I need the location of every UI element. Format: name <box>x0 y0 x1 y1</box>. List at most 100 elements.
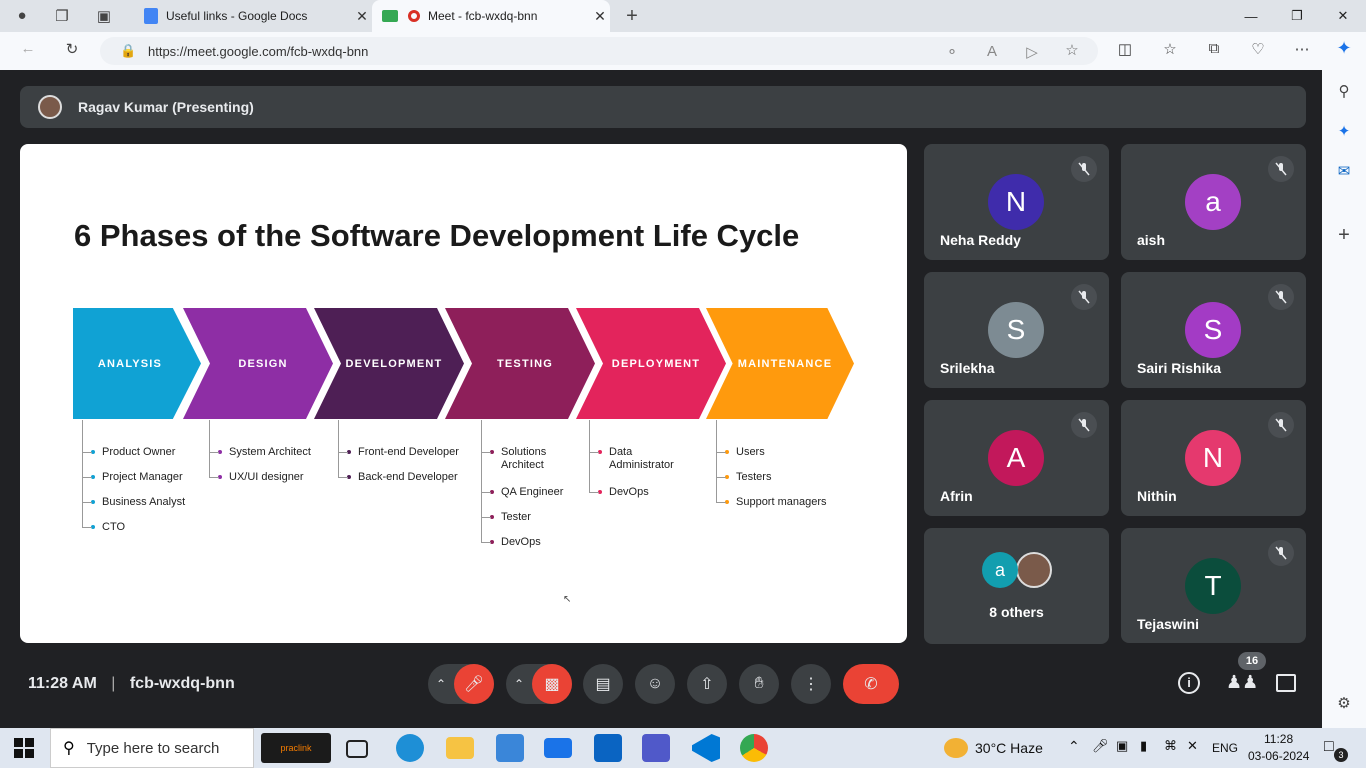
camera-button[interactable]: ⌃ ▩ <box>506 664 572 704</box>
mic-off-icon[interactable]: 🎤︎ <box>454 664 494 704</box>
connector-line <box>481 542 491 543</box>
outlook-icon[interactable] <box>594 734 622 762</box>
browser-essentials-icon[interactable]: ♡ <box>1246 40 1270 58</box>
microphone-tray-icon[interactable]: 🎤︎ <box>1092 738 1109 754</box>
weather-icon[interactable] <box>944 738 968 758</box>
favorites-icon[interactable]: ☆ <box>1158 40 1182 58</box>
add-sidebar-icon[interactable]: + <box>1332 224 1356 247</box>
present-button[interactable]: ⇧ <box>687 664 727 704</box>
favorite-star-icon[interactable]: ☆ <box>1060 41 1084 59</box>
close-tab-icon[interactable]: ✕ <box>590 8 610 25</box>
connector-line <box>481 517 491 518</box>
close-tab-icon[interactable]: ✕ <box>352 8 372 25</box>
microphone-icon[interactable]: ⚬ <box>940 43 964 61</box>
outlook-icon[interactable]: ✉ <box>1332 162 1356 180</box>
tab-meet[interactable]: Meet - fcb-wxdq-bnn ✕ <box>372 0 610 32</box>
participant-tile[interactable]: T Tejaswini <box>1121 528 1306 643</box>
connector-line <box>481 452 491 453</box>
show-hidden-icons[interactable]: ⌃ <box>1068 738 1080 755</box>
mail-icon[interactable] <box>544 738 572 758</box>
windows-start-icon[interactable] <box>14 738 34 758</box>
more-menu-icon[interactable]: ⋯ <box>1290 40 1314 58</box>
settings-icon[interactable]: ⚙ <box>1332 694 1356 712</box>
edge-icon[interactable] <box>396 734 424 762</box>
read-aloud-icon[interactable]: A <box>980 43 1004 60</box>
chrome-icon[interactable] <box>740 734 768 762</box>
participant-count-badge: 16 <box>1238 652 1266 670</box>
microsoft-store-icon[interactable] <box>496 734 524 762</box>
chat-icon[interactable] <box>1276 674 1296 692</box>
profile-icon[interactable]: ● <box>10 7 34 24</box>
reactions-button[interactable]: ☺ <box>635 664 675 704</box>
lock-icon[interactable]: 🔒 <box>120 43 136 59</box>
praclink-app[interactable]: praclink <box>261 733 331 763</box>
participant-tile[interactable]: A Afrin <box>924 400 1109 516</box>
phase-role-item: Tester <box>501 511 531 523</box>
back-icon[interactable]: ← <box>16 40 40 57</box>
split-screen-icon[interactable]: ◫ <box>1113 40 1137 58</box>
more-vert-icon: ⋮ <box>803 676 819 693</box>
captions-button[interactable]: ▤ <box>583 664 623 704</box>
close-window-icon[interactable]: ✕ <box>1320 0 1366 32</box>
participant-tile[interactable]: S Sairi Rishika <box>1121 272 1306 388</box>
participant-tile[interactable]: a aish <box>1121 144 1306 260</box>
teams-icon[interactable] <box>642 734 670 762</box>
phase-role-item: Project Manager <box>102 471 183 483</box>
copilot-icon[interactable]: ✦ <box>1332 38 1356 59</box>
restore-icon[interactable]: ❐ <box>1274 0 1320 32</box>
tab-google-docs[interactable]: Useful links - Google Docs ✕ <box>136 0 372 32</box>
battery-icon[interactable]: ▮ <box>1140 738 1147 754</box>
workspaces-icon[interactable]: ❐ <box>50 7 74 25</box>
language-indicator[interactable]: ENG <box>1212 741 1238 755</box>
phase-role-item: QA Engineer <box>501 486 564 498</box>
chevron-up-icon[interactable]: ⌃ <box>436 677 446 691</box>
app-available-icon[interactable]: ▷ <box>1020 43 1044 61</box>
raise-hand-button[interactable]: ✋︎ <box>739 664 779 704</box>
google-meet-icon <box>382 10 398 22</box>
weather-text[interactable]: 30°C Haze <box>975 740 1043 756</box>
taskbar-date[interactable]: 03-06-2024 <box>1248 749 1309 763</box>
volume-muted-icon[interactable]: ✕ <box>1187 738 1198 754</box>
connector-line <box>209 477 219 478</box>
phase-role-item: DevOps <box>609 486 649 498</box>
participant-tile[interactable]: S Srilekha <box>924 272 1109 388</box>
mic-button[interactable]: ⌃ 🎤︎ <box>428 664 494 704</box>
taskbar-clock[interactable]: 11:28 <box>1264 732 1293 746</box>
phase-role-item: System Architect <box>229 446 311 458</box>
task-view-icon[interactable] <box>346 740 368 758</box>
google-docs-icon <box>144 8 158 24</box>
meeting-info: 11:28 AM | fcb-wxdq-bnn <box>28 675 235 692</box>
minimize-icon[interactable]: — <box>1228 0 1274 32</box>
file-explorer-icon[interactable] <box>446 737 474 759</box>
new-tab-icon[interactable]: + <box>620 5 644 28</box>
camera-off-icon[interactable]: ▩ <box>532 664 572 704</box>
notification-icon[interactable]: □ <box>1324 738 1334 756</box>
connector-line <box>589 420 590 492</box>
taskbar-search[interactable]: ⚲ Type here to search <box>50 728 254 768</box>
chevron-up-icon[interactable]: ⌃ <box>514 677 524 691</box>
connector-line <box>338 477 348 478</box>
url-text: https://meet.google.com/fcb-wxdq-bnn <box>148 43 369 59</box>
participant-tile[interactable]: N Nithin <box>1121 400 1306 516</box>
copilot-sidebar-icon[interactable]: ✦ <box>1332 122 1356 140</box>
more-options-button[interactable]: ⋮ <box>791 664 831 704</box>
participant-tile[interactable]: N Neha Reddy <box>924 144 1109 260</box>
connector-line <box>481 420 482 542</box>
tab-title: Useful links - Google Docs <box>166 9 308 23</box>
participant-tile[interactable]: a 8 others <box>924 528 1109 644</box>
display-icon[interactable]: ▣ <box>1116 738 1128 754</box>
url-field[interactable]: 🔒 https://meet.google.com/fcb-wxdq-bnn ⚬… <box>100 37 1098 65</box>
leave-call-button[interactable]: ✆ <box>843 664 899 704</box>
wifi-icon[interactable]: ⌘ <box>1164 738 1177 754</box>
collections-icon[interactable]: ⧉ <box>1202 40 1226 57</box>
people-icon[interactable]: ♟♟ <box>1226 672 1258 693</box>
presenter-label: Ragav Kumar (Presenting) <box>78 99 254 115</box>
meeting-details-icon[interactable]: i <box>1178 672 1200 694</box>
connector-line <box>82 477 92 478</box>
phase-label: ANALYSIS <box>97 357 163 370</box>
tab-actions-icon[interactable]: ▣ <box>92 7 116 25</box>
reload-icon[interactable]: ↻ <box>60 40 84 58</box>
tab-title: Meet - fcb-wxdq-bnn <box>428 9 538 23</box>
search-icon[interactable]: ⚲ <box>1332 82 1356 100</box>
phase-label: MAINTENANCE <box>737 357 833 370</box>
